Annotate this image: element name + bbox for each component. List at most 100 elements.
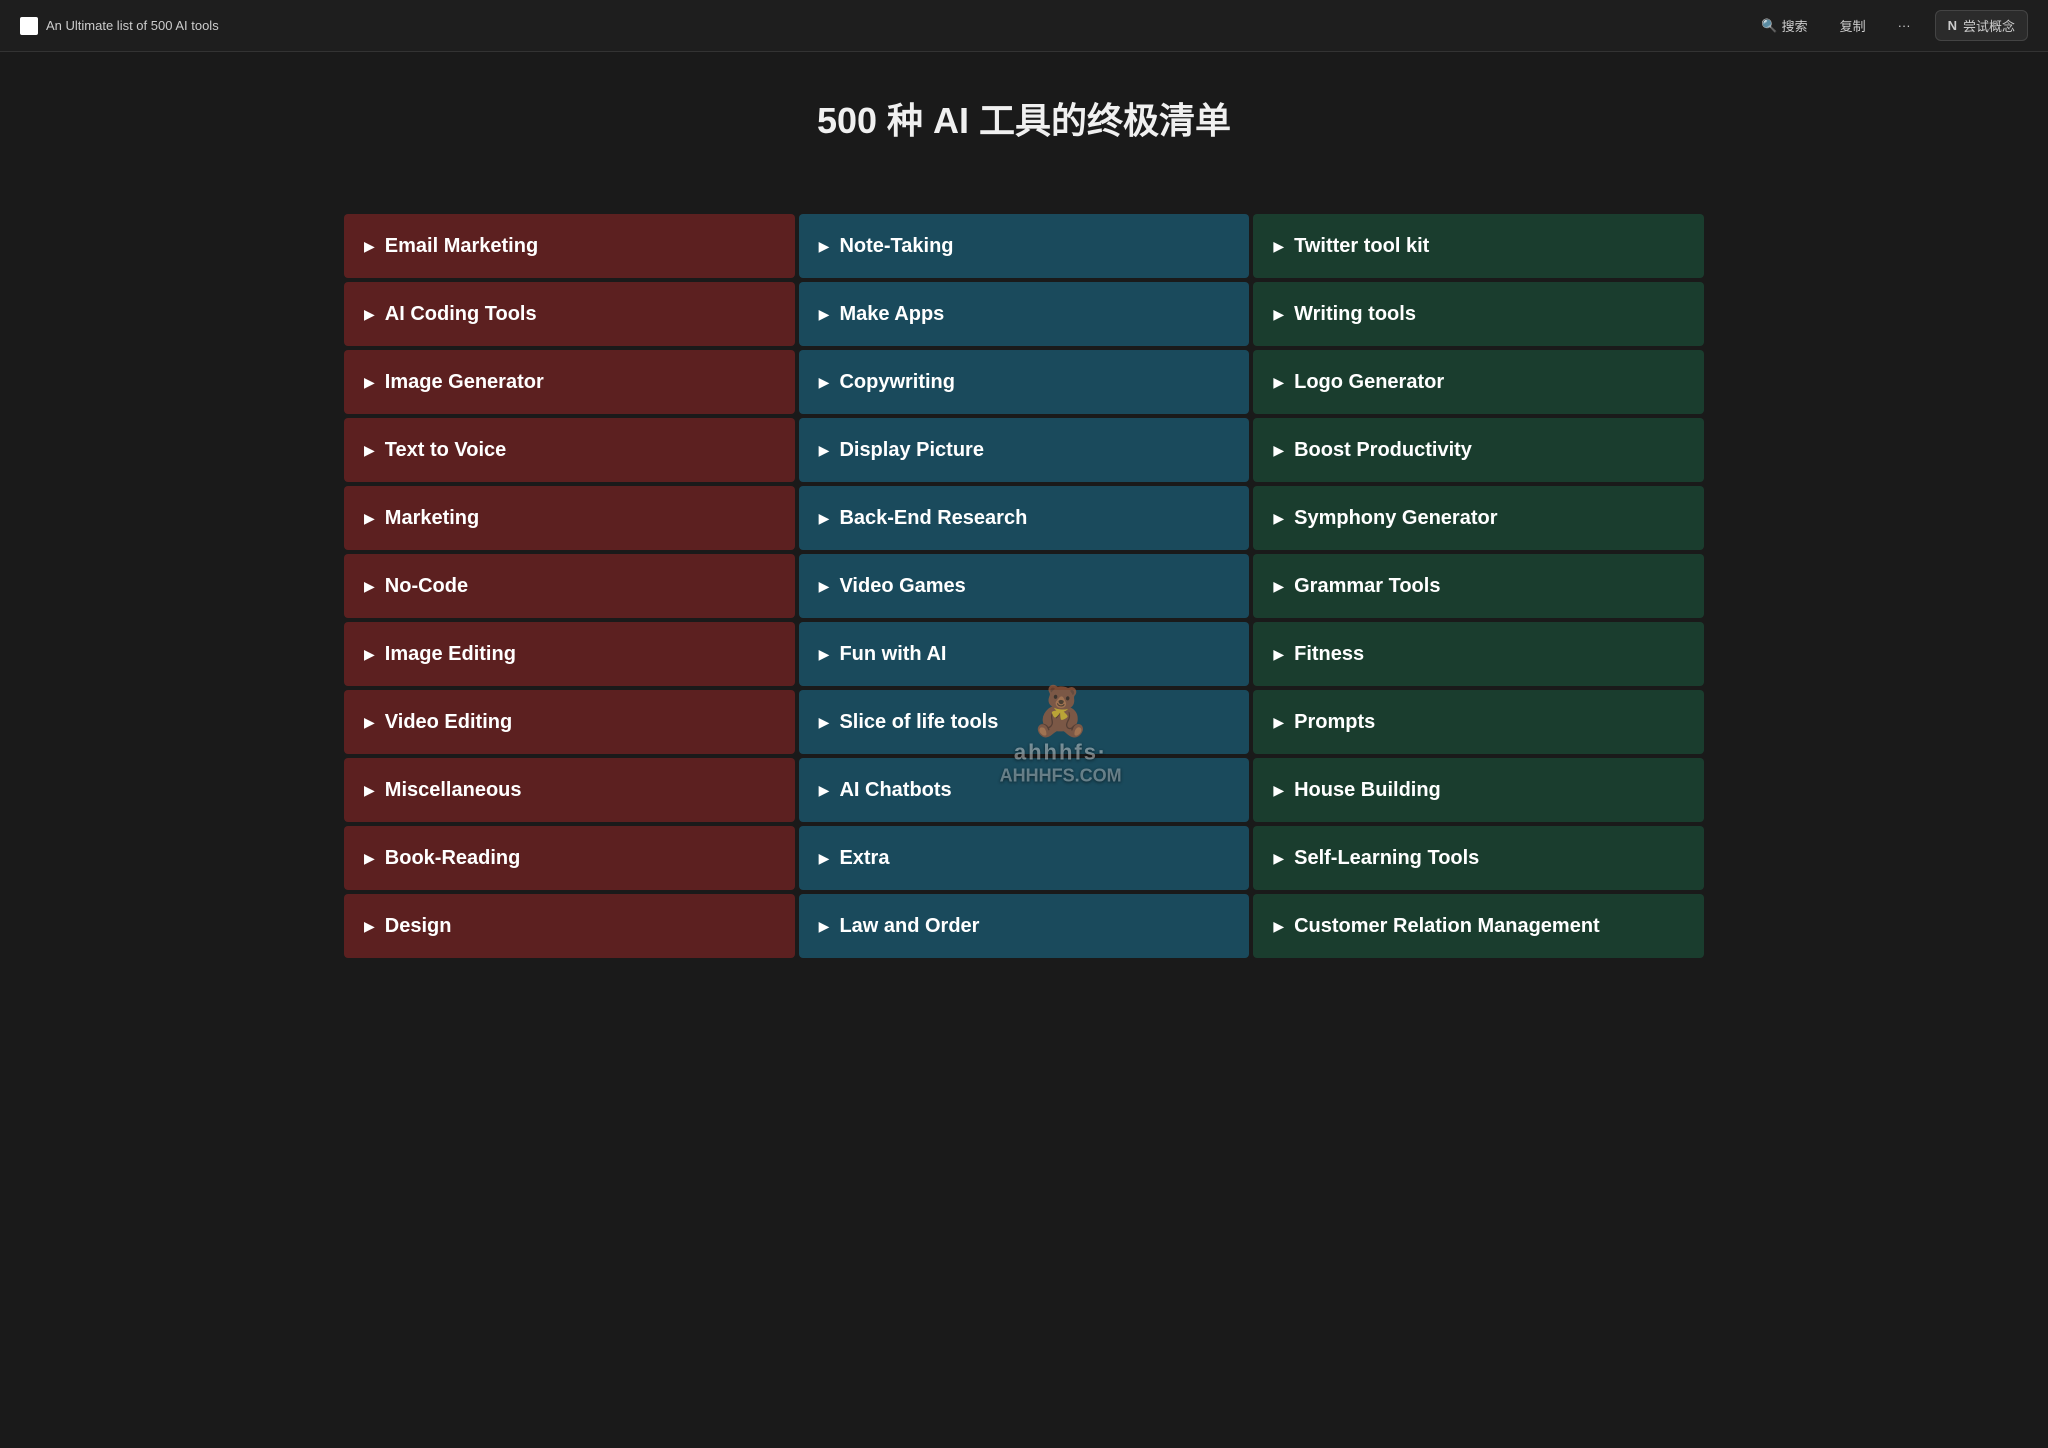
right-item[interactable]: ▶ Self-Learning Tools bbox=[1253, 826, 1704, 890]
arrow-icon: ▶ bbox=[819, 510, 830, 527]
right-item[interactable]: ▶ Fitness bbox=[1253, 622, 1704, 686]
right-item[interactable]: ▶Writing tools bbox=[1253, 282, 1704, 346]
item-label: Symphony Generator bbox=[1294, 507, 1497, 530]
left-item[interactable]: ▶ Marketing bbox=[344, 486, 795, 550]
item-label: Slice of life tools bbox=[839, 711, 998, 734]
arrow-icon: ▶ bbox=[1273, 578, 1284, 595]
left-item[interactable]: ▶ Design bbox=[344, 894, 795, 958]
search-button[interactable]: 🔍 搜索 bbox=[1753, 12, 1815, 39]
right-item[interactable]: ▶ Symphony Generator bbox=[1253, 486, 1704, 550]
left-item[interactable]: ▶ Miscellaneous bbox=[344, 758, 795, 822]
middle-item[interactable]: ▶Law and Order bbox=[799, 894, 1250, 958]
left-item[interactable]: ▶ Text to Voice bbox=[344, 418, 795, 482]
arrow-icon: ▶ bbox=[1273, 510, 1284, 527]
arrow-icon: ▶ bbox=[819, 578, 830, 595]
item-label: Make Apps bbox=[839, 303, 944, 326]
arrow-icon: ▶ bbox=[1273, 782, 1284, 799]
arrow-icon: ▶ bbox=[1273, 850, 1284, 867]
arrow-icon: ▶ bbox=[364, 646, 375, 663]
right-item[interactable]: ▶Customer Relation Management bbox=[1253, 894, 1704, 958]
left-item[interactable]: ▶ AI Coding Tools bbox=[344, 282, 795, 346]
left-item[interactable]: ▶Email Marketing bbox=[344, 214, 795, 278]
middle-item[interactable]: ▶ Fun with AI bbox=[799, 622, 1250, 686]
arrow-icon: ▶ bbox=[364, 850, 375, 867]
item-label: Note-Taking bbox=[839, 235, 953, 258]
middle-item[interactable]: ▶Extra bbox=[799, 826, 1250, 890]
middle-item[interactable]: ▶Make Apps bbox=[799, 282, 1250, 346]
right-item[interactable]: ▶ House Building bbox=[1253, 758, 1704, 822]
item-label: Fun with AI bbox=[839, 643, 946, 666]
arrow-icon: ▶ bbox=[819, 374, 830, 391]
top-bar-right: 🔍 搜索 复制 ··· N 尝试概念 bbox=[1753, 10, 2028, 41]
left-item[interactable]: ▶ Book-Reading bbox=[344, 826, 795, 890]
top-bar-left: An Ultimate list of 500 AI tools bbox=[20, 17, 219, 35]
try-notion-button[interactable]: N 尝试概念 bbox=[1935, 10, 2028, 41]
item-label: Marketing bbox=[385, 507, 479, 530]
top-bar: An Ultimate list of 500 AI tools 🔍 搜索 复制… bbox=[0, 0, 2048, 52]
item-label: Image Editing bbox=[385, 643, 516, 666]
arrow-icon: ▶ bbox=[364, 374, 375, 391]
middle-item[interactable]: ▶ Video Games bbox=[799, 554, 1250, 618]
item-label: AI Coding Tools bbox=[385, 303, 537, 326]
arrow-icon: ▶ bbox=[364, 782, 375, 799]
middle-item[interactable]: ▶ Slice of life tools bbox=[799, 690, 1250, 754]
arrow-icon: ▶ bbox=[819, 646, 830, 663]
item-label: Video Games bbox=[839, 575, 965, 598]
arrow-icon: ▶ bbox=[364, 578, 375, 595]
item-label: House Building bbox=[1294, 779, 1441, 802]
item-label: Twitter tool kit bbox=[1294, 235, 1429, 258]
right-item[interactable]: ▶Boost Productivity bbox=[1253, 418, 1704, 482]
arrow-icon: ▶ bbox=[819, 782, 830, 799]
more-button[interactable]: ··· bbox=[1890, 14, 1919, 37]
item-label: Back-End Research bbox=[839, 507, 1027, 530]
left-item[interactable]: ▶No-Code bbox=[344, 554, 795, 618]
item-label: Design bbox=[385, 915, 452, 938]
arrow-icon: ▶ bbox=[819, 714, 830, 731]
top-bar-title: An Ultimate list of 500 AI tools bbox=[46, 18, 219, 33]
right-item[interactable]: ▶ Twitter tool kit bbox=[1253, 214, 1704, 278]
middle-item[interactable]: ▶ Copywriting bbox=[799, 350, 1250, 414]
arrow-icon: ▶ bbox=[1273, 918, 1284, 935]
left-item[interactable]: ▶Image Generator bbox=[344, 350, 795, 414]
item-label: Book-Reading bbox=[385, 847, 521, 870]
middle-item[interactable]: ▶ Back-End Research bbox=[799, 486, 1250, 550]
notion-icon bbox=[20, 17, 38, 35]
arrow-icon: ▶ bbox=[364, 238, 375, 255]
arrow-icon: ▶ bbox=[364, 442, 375, 459]
item-label: Fitness bbox=[1294, 643, 1364, 666]
middle-item[interactable]: ▶AI Chatbots bbox=[799, 758, 1250, 822]
arrow-icon: ▶ bbox=[819, 238, 830, 255]
right-item[interactable]: ▶Prompts bbox=[1253, 690, 1704, 754]
item-label: Copywriting bbox=[839, 371, 955, 394]
item-label: Law and Order bbox=[839, 915, 979, 938]
copy-button[interactable]: 复制 bbox=[1832, 12, 1874, 39]
search-icon: 🔍 bbox=[1761, 18, 1777, 34]
arrow-icon: ▶ bbox=[819, 442, 830, 459]
item-label: Text to Voice bbox=[385, 439, 507, 462]
arrow-icon: ▶ bbox=[364, 918, 375, 935]
left-item[interactable]: ▶Video Editing bbox=[344, 690, 795, 754]
middle-item[interactable]: ▶ Note-Taking bbox=[799, 214, 1250, 278]
notion-n-icon: N bbox=[1948, 18, 1957, 33]
item-label: Extra bbox=[839, 847, 889, 870]
item-label: Miscellaneous bbox=[385, 779, 522, 802]
arrow-icon: ▶ bbox=[364, 306, 375, 323]
right-item[interactable]: ▶ Grammar Tools bbox=[1253, 554, 1704, 618]
item-label: Logo Generator bbox=[1294, 371, 1444, 394]
arrow-icon: ▶ bbox=[364, 510, 375, 527]
item-label: Display Picture bbox=[839, 439, 984, 462]
right-item[interactable]: ▶ Logo Generator bbox=[1253, 350, 1704, 414]
page-title: 500 种 AI 工具的终极清单 bbox=[344, 82, 1704, 174]
item-label: Self-Learning Tools bbox=[1294, 847, 1479, 870]
left-item[interactable]: ▶ Image Editing bbox=[344, 622, 795, 686]
arrow-icon: ▶ bbox=[1273, 374, 1284, 391]
item-label: Grammar Tools bbox=[1294, 575, 1440, 598]
arrow-icon: ▶ bbox=[1273, 238, 1284, 255]
middle-item[interactable]: ▶ Display Picture bbox=[799, 418, 1250, 482]
arrow-icon: ▶ bbox=[364, 714, 375, 731]
category-grid: ▶Email Marketing▶Note-Taking▶Twitter too… bbox=[344, 214, 1704, 958]
arrow-icon: ▶ bbox=[1273, 646, 1284, 663]
arrow-icon: ▶ bbox=[1273, 306, 1284, 323]
item-label: Prompts bbox=[1294, 711, 1375, 734]
main-content: 500 种 AI 工具的终极清单 ▶Email Marketing▶Note-T… bbox=[324, 52, 1724, 988]
